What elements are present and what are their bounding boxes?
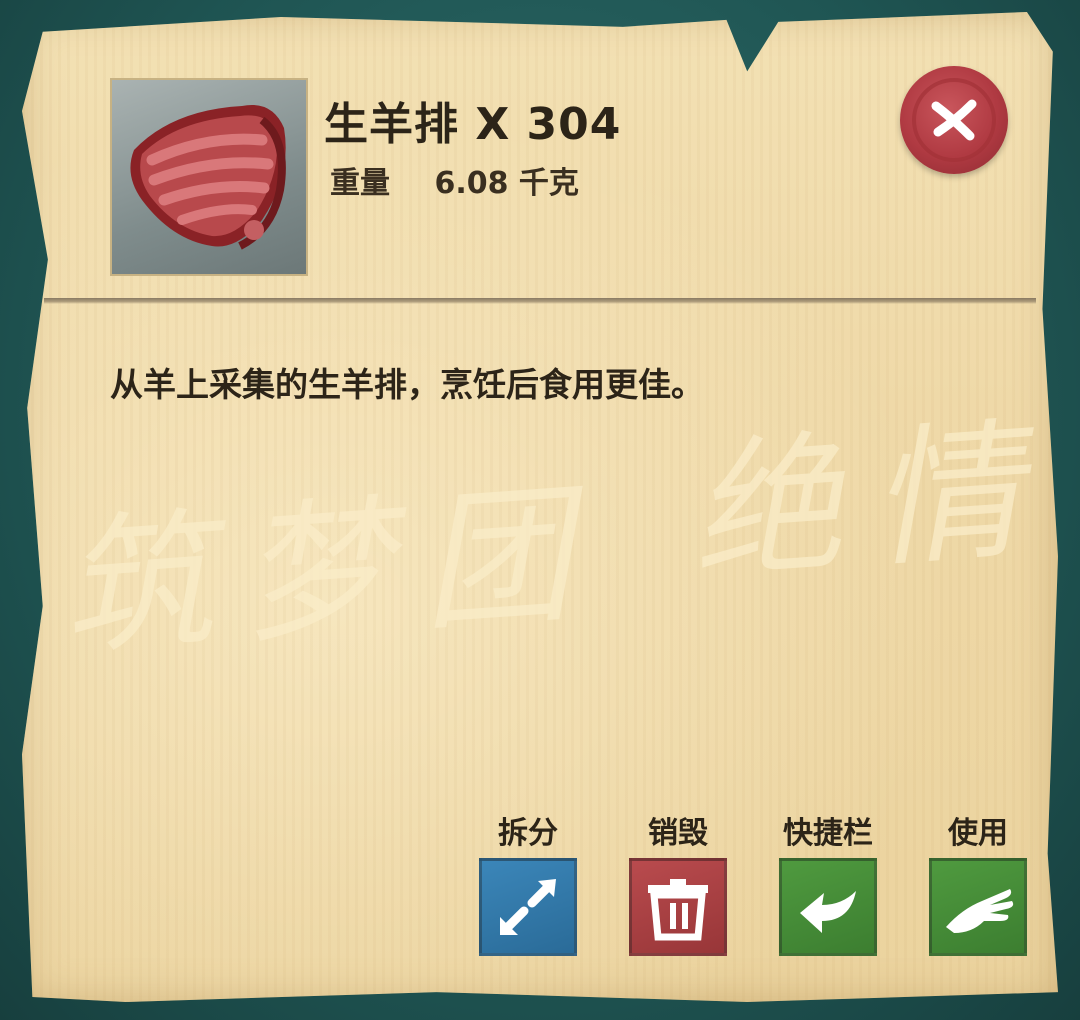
item-description: 从羊上采集的生羊排，烹饪后食用更佳。 xyxy=(110,365,704,404)
raw-mutton-chop-icon xyxy=(130,104,286,250)
hotbar-button[interactable] xyxy=(779,858,877,956)
hotbar-label: 快捷栏 xyxy=(783,816,873,851)
wax-seal-close-icon xyxy=(912,78,996,162)
close-button[interactable] xyxy=(900,66,1008,174)
split-action: 拆分 xyxy=(478,808,578,956)
split-label: 拆分 xyxy=(498,816,558,851)
destroy-label: 销毁 xyxy=(648,816,708,851)
use-button[interactable] xyxy=(929,858,1027,956)
weight-value: 6.08 千克 xyxy=(434,166,579,201)
weight-label: 重量 xyxy=(330,166,390,201)
item-weight: 重量 6.08 千克 xyxy=(330,158,579,202)
item-icon-frame xyxy=(110,78,308,276)
use-label: 使用 xyxy=(948,816,1008,851)
watermark-text-left: 筑梦团 xyxy=(55,466,607,678)
destroy-action: 销毁 xyxy=(628,808,728,956)
item-name-quantity: 生羊排 X 304 xyxy=(324,99,622,150)
arrow-left-icon xyxy=(800,891,856,933)
split-button[interactable] xyxy=(479,858,577,956)
destroy-button[interactable] xyxy=(629,858,727,956)
split-arrows-icon xyxy=(500,879,556,935)
hand-icon xyxy=(946,889,1014,933)
trash-icon xyxy=(648,879,708,941)
hotbar-action: 快捷栏 xyxy=(778,808,878,956)
use-action: 使用 xyxy=(928,808,1028,956)
header-divider xyxy=(44,298,1036,304)
watermark-text-right: 绝情 xyxy=(685,402,1057,602)
